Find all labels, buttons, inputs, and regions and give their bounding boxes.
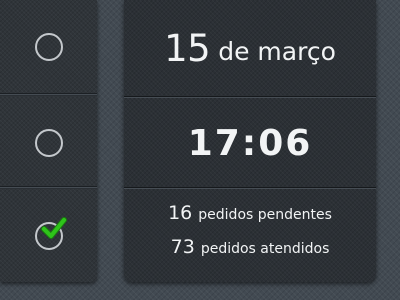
unchecked-circle-icon[interactable] xyxy=(34,128,63,157)
time-display: 17:06 xyxy=(124,98,376,188)
task-row[interactable] xyxy=(0,0,97,93)
info-panel: 15 de março 17:06 16 pedidos pendentes 7… xyxy=(124,0,376,282)
checked-circle-icon[interactable] xyxy=(34,216,67,250)
clock-time: 17:06 xyxy=(187,122,313,164)
completed-label: pedidos atendidos xyxy=(200,240,330,257)
completed-orders: 73 pedidos atendidos xyxy=(171,236,330,270)
checkmark-icon xyxy=(40,216,67,239)
task-row-completed[interactable] xyxy=(0,189,97,282)
pending-label: pedidos pendentes xyxy=(198,206,332,223)
completed-count: 73 xyxy=(170,235,195,258)
date-day: 15 xyxy=(164,27,211,70)
task-row[interactable] xyxy=(0,96,97,189)
pending-orders: 16 pedidos pendentes xyxy=(168,202,332,236)
date-month: de março xyxy=(218,37,336,66)
pending-count: 16 xyxy=(168,201,193,224)
task-checklist xyxy=(0,0,97,282)
order-stats: 16 pedidos pendentes 73 pedidos atendido… xyxy=(124,189,376,282)
date-display: 15 de março xyxy=(124,0,376,97)
unchecked-circle-icon[interactable] xyxy=(34,32,63,61)
